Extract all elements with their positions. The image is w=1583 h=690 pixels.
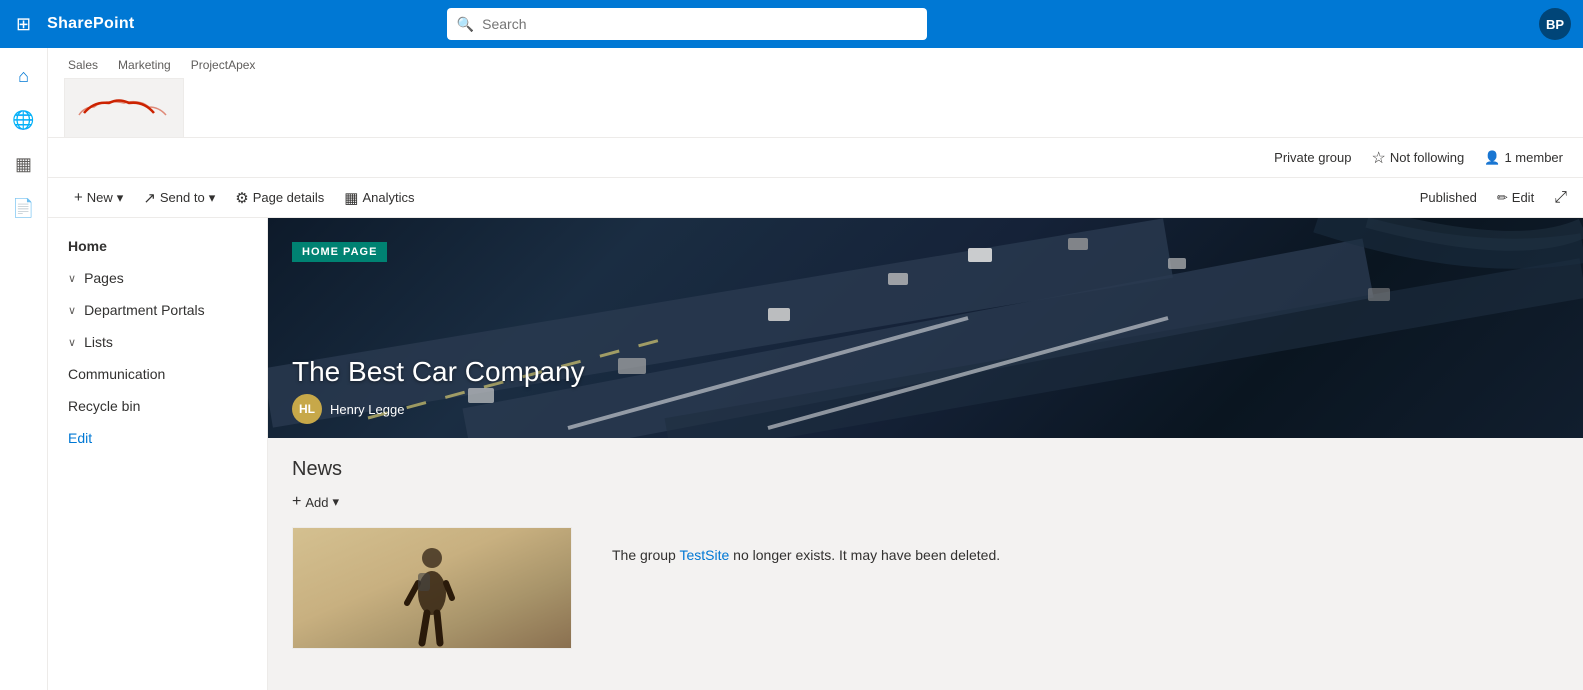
private-group-label: Private group [1274,150,1351,165]
lists-chevron-icon: ∨ [68,336,76,349]
members-info[interactable]: 👤 1 member [1484,150,1563,166]
content-area: HOME PAGE The Best Car Company HL Henry … [268,218,1583,690]
add-button[interactable]: Add ▾ [305,494,339,510]
search-box[interactable]: 🔍 [447,8,927,40]
site-logo [64,78,184,138]
sidebar-item-dept-portals[interactable]: ∨ Department Portals [48,294,267,326]
star-icon: ☆ [1372,148,1386,168]
published-badge: Published [1420,190,1477,205]
new-chevron-icon: ▾ [117,190,124,206]
sidebar-lists-label: Lists [84,334,113,350]
status-bar: Private group ☆ Not following 👤 1 member [48,138,1583,178]
news-card-image [293,528,571,648]
not-following-btn[interactable]: ☆ Not following [1372,148,1465,168]
dept-chevron-icon: ∨ [68,304,76,317]
edit-label: Edit [1512,190,1534,205]
site-bar: Sales Marketing ProjectApex [48,48,1583,138]
news-content-row: The group TestSite no longer exists. It … [292,527,1559,649]
hero-badge: HOME PAGE [292,242,387,262]
sidebar-home-label: Home [68,238,107,254]
waffle-icon[interactable]: ⊞ [12,10,35,39]
sidebar-communication-label: Communication [68,366,165,382]
send-chevron-icon: ▾ [209,190,216,206]
news-section: News + Add ▾ [268,438,1583,669]
plus-icon: + [74,189,83,206]
sidebar-item-communication[interactable]: Communication [48,358,267,390]
analytics-icon: ▦ [344,189,358,207]
site-tab-projectapex[interactable]: ProjectApex [187,56,260,74]
topbar: ⊞ SharePoint 🔍 BP [0,0,1583,48]
page-details-button[interactable]: ⚙ Page details [225,183,334,213]
add-label: Add [305,495,328,510]
group-message-post: no longer exists. It may have been delet… [729,547,1000,563]
sidebar-item-home[interactable]: Home [48,230,267,262]
not-following-label: Not following [1390,150,1464,165]
author-avatar: HL [292,394,322,424]
hero-road-svg [268,218,1583,438]
group-message-pre: The group [612,547,679,563]
author-name: Henry Legge [330,402,404,417]
toolbar: + New ▾ ↗ Send to ▾ ⚙ Page details ▦ Ana… [48,178,1583,218]
edit-button[interactable]: ✏ Edit [1489,186,1542,210]
news-header: News [292,458,1559,481]
send-to-label: Send to [160,190,205,205]
rail-document-icon[interactable]: 📄 [4,188,44,228]
sidebar-item-pages[interactable]: ∨ Pages [48,262,267,294]
hero-title: The Best Car Company [292,356,585,388]
search-icon: 🔍 [457,16,474,33]
expand-icon[interactable]: ⤢ [1554,189,1567,207]
hero-banner: HOME PAGE The Best Car Company HL Henry … [268,218,1583,438]
sidebar-recycle-label: Recycle bin [68,398,140,414]
new-label: New [87,190,113,205]
page-details-label: Page details [253,190,325,205]
toolbar-right: Published ✏ Edit ⤢ [1420,186,1567,210]
sidebar-edit-link[interactable]: Edit [48,422,267,454]
main-layout: Home ∨ Pages ∨ Department Portals ∨ List… [48,218,1583,690]
left-rail: ⌂ 🌐 ▦ 📄 [0,48,48,690]
new-button[interactable]: + New ▾ [64,183,133,212]
send-icon: ↗ [143,189,156,207]
car-logo-svg [74,93,174,123]
sidebar-item-lists[interactable]: ∨ Lists [48,326,267,358]
sharepoint-logo[interactable]: SharePoint [47,15,134,33]
person-silhouette-svg [402,538,462,648]
analytics-button[interactable]: ▦ Analytics [334,183,424,213]
send-to-button[interactable]: ↗ Send to ▾ [133,183,225,213]
rail-home-icon[interactable]: ⌂ [4,56,44,96]
add-chevron-icon: ▾ [332,494,339,510]
sidebar-dept-label: Department Portals [84,302,205,318]
rail-cards-icon[interactable]: ▦ [4,144,44,184]
avatar[interactable]: BP [1539,8,1571,40]
sidebar: Home ∨ Pages ∨ Department Portals ∨ List… [48,218,268,690]
add-plus-icon[interactable]: + [292,493,301,511]
analytics-label: Analytics [362,190,414,205]
sidebar-item-recycle-bin[interactable]: Recycle bin [48,390,267,422]
rail-globe-icon[interactable]: 🌐 [4,100,44,140]
members-label: 1 member [1504,150,1563,165]
sidebar-pages-label: Pages [84,270,124,286]
group-message: The group TestSite no longer exists. It … [572,527,1559,649]
news-title: News [292,458,342,481]
settings-icon: ⚙ [235,189,248,207]
person-icon: 👤 [1484,150,1500,166]
site-tab-sales[interactable]: Sales [64,56,102,74]
site-tabs: Sales Marketing ProjectApex [64,56,259,74]
hero-author: HL Henry Legge [292,394,404,424]
pencil-icon: ✏ [1497,190,1508,206]
pages-chevron-icon: ∨ [68,272,76,285]
news-card [292,527,572,649]
site-tab-marketing[interactable]: Marketing [114,56,175,74]
search-input[interactable] [482,16,917,32]
news-add-row: + Add ▾ [292,493,1559,511]
testsite-link[interactable]: TestSite [679,547,729,563]
